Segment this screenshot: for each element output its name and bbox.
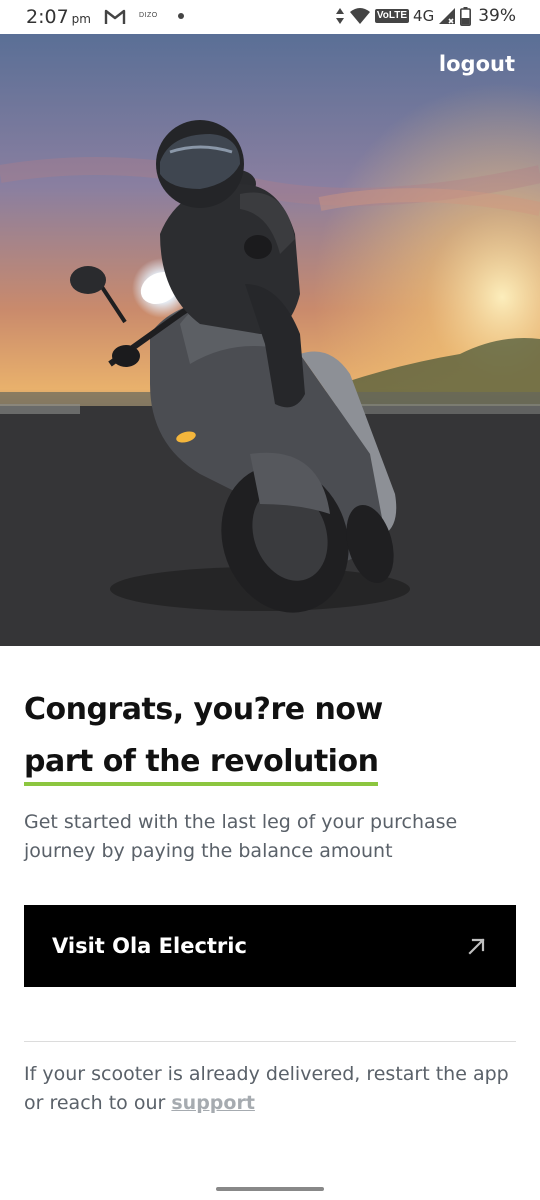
status-right: VoLTE 4G 39%: [335, 6, 516, 26]
logout-link[interactable]: logout: [439, 52, 515, 76]
visit-ola-electric-button[interactable]: Visit Ola Electric: [24, 905, 516, 987]
hero-image: logout: [0, 34, 540, 646]
battery-icon: [460, 6, 472, 26]
battery-percent: 39%: [478, 6, 516, 26]
gmail-icon: [104, 9, 126, 24]
network-type: 4G: [413, 7, 435, 25]
signal-icon: [439, 8, 456, 24]
main-content: Congrats, you?re now part of the revolut…: [24, 646, 516, 1114]
support-link[interactable]: support: [171, 1092, 255, 1114]
status-time: 2:07 pm: [26, 6, 91, 28]
volte-icon: VoLTE: [374, 9, 410, 23]
footer-text-body: If your scooter is already delivered, re…: [24, 1063, 509, 1114]
wifi-icon: [349, 8, 370, 24]
status-time-value: 2:07: [26, 6, 69, 28]
scooter-rider-illustration: [0, 34, 540, 646]
subtext: Get started with the last leg of your pu…: [24, 811, 458, 862]
status-bar: 2:07 pm DIZO VoLTE 4G 39%: [0, 0, 540, 34]
headline: Congrats, you?re now part of the revolut…: [24, 646, 516, 788]
arrow-up-right-icon: [468, 938, 485, 955]
data-activity-icon: [335, 8, 344, 24]
divider: [24, 1041, 516, 1042]
status-time-ampm: pm: [71, 12, 91, 26]
visit-ola-electric-label: Visit Ola Electric: [52, 934, 247, 958]
dizo-icon: DIZO: [139, 12, 158, 19]
headline-line2: part of the revolution: [24, 742, 379, 786]
headline-line1: Congrats, you?re now: [24, 692, 383, 727]
home-indicator[interactable]: [216, 1187, 324, 1191]
dot-icon: [178, 13, 184, 19]
footer-text: If your scooter is already delivered, re…: [24, 1060, 516, 1118]
